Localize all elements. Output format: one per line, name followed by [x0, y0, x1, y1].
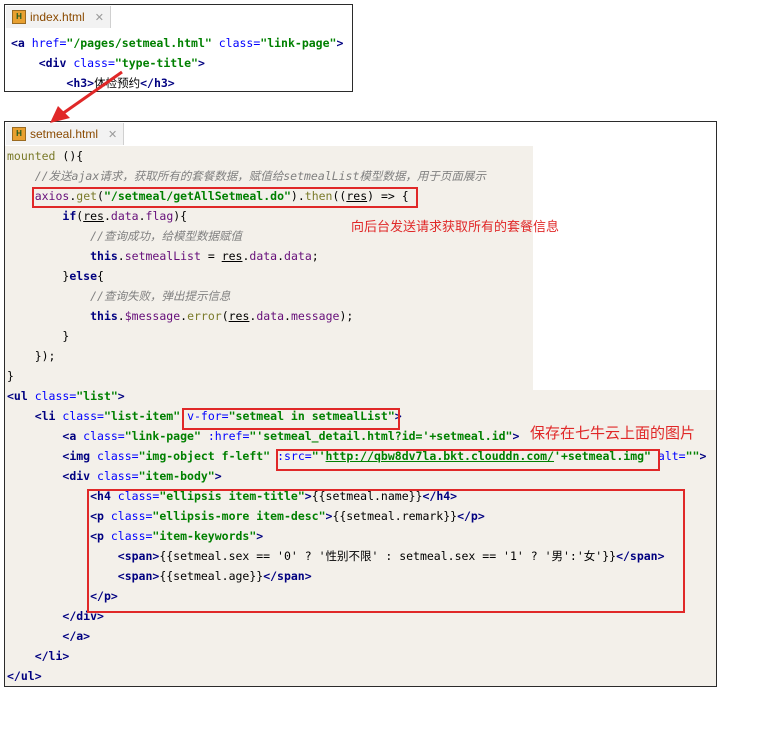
- code-line: }: [7, 329, 70, 343]
- axios-call-highlight: [32, 187, 418, 208]
- tab-setmeal-html[interactable]: H setmeal.html ✕: [6, 123, 125, 145]
- html-file-icon: H: [12, 10, 26, 24]
- code-line: }else{: [7, 269, 104, 283]
- code-line: //查询失败，弹出提示信息: [90, 289, 231, 303]
- code-line: <a href="/pages/setmeal.html" class="lin…: [11, 36, 344, 50]
- tab-bar: H setmeal.html ✕: [5, 122, 716, 146]
- tab-label: index.html: [30, 10, 85, 24]
- code-line: </a>: [62, 629, 91, 643]
- setmeal-html-editor: H setmeal.html ✕ mounted (){ //发送ajax请求，…: [4, 121, 717, 687]
- img-src-highlight: [276, 449, 660, 471]
- code-line: <ul class="list">: [7, 389, 125, 403]
- code-line: <h3>体检预约</h3>: [66, 76, 175, 90]
- tab-label: setmeal.html: [30, 127, 99, 141]
- item-body-highlight: [87, 489, 685, 613]
- index-html-editor: H index.html ✕ <a href="/pages/setmeal.h…: [4, 4, 353, 92]
- code-line: this.setmealList = res.data.data;: [90, 249, 319, 263]
- code-line: </li>: [34, 649, 70, 663]
- code-line: //发送ajax请求，获取所有的套餐数据，赋值给setmealList模型数据，…: [34, 169, 486, 183]
- code-area[interactable]: <a href="/pages/setmeal.html" class="lin…: [5, 33, 352, 91]
- code-line: mounted (){: [7, 149, 84, 163]
- html-file-icon: H: [12, 127, 26, 141]
- code-line: this.$message.error(res.data.message);: [90, 309, 354, 323]
- code-line: </ul>: [7, 669, 42, 683]
- code-line: <div class="type-title">: [38, 56, 205, 70]
- close-icon[interactable]: ✕: [95, 11, 104, 24]
- v-for-highlight: [182, 408, 400, 430]
- tab-bar: H index.html ✕: [5, 5, 352, 29]
- code-line: }: [7, 369, 14, 383]
- image-note: 保存在七牛云上面的图片: [530, 425, 696, 442]
- tab-index-html[interactable]: H index.html ✕: [6, 6, 111, 28]
- code-line: });: [7, 349, 56, 363]
- close-icon[interactable]: ✕: [108, 128, 117, 141]
- request-note: 向后台发送请求获取所有的套餐信息: [351, 219, 560, 234]
